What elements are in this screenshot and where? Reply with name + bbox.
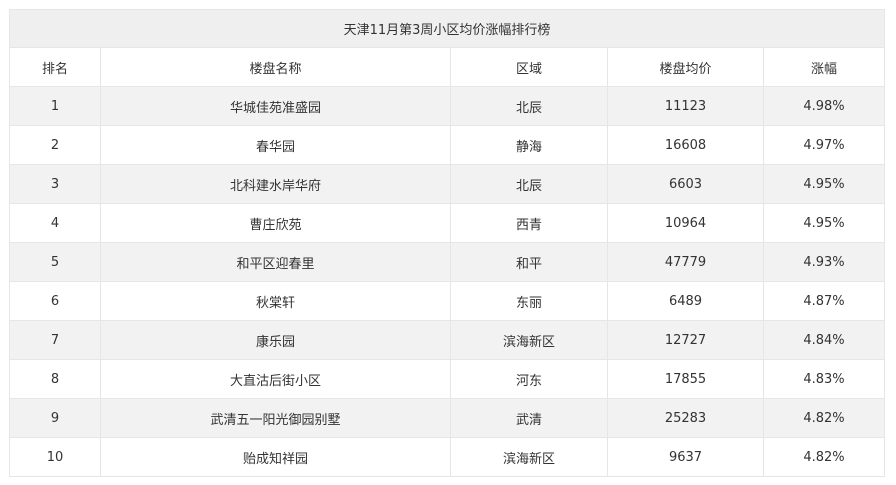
table-header-row: 排名 楼盘名称 区域 楼盘均价 涨幅 [9, 47, 886, 87]
cell-price: 25283 [607, 398, 764, 438]
header-district: 区域 [450, 47, 608, 87]
table-row: 3 北科建水岸华府 北辰 6603 4.95% [9, 164, 886, 204]
price-change-ranking-table: 天津11月第3周小区均价涨幅排行榜 排名 楼盘名称 区域 楼盘均价 涨幅 1 华… [8, 9, 886, 477]
cell-name: 贻成知祥园 [100, 437, 451, 477]
cell-change: 4.87% [762, 281, 886, 321]
cell-change: 4.82% [762, 398, 886, 438]
cell-price: 9637 [607, 437, 764, 477]
header-rank: 排名 [9, 47, 101, 87]
table-row: 6 秋棠轩 东丽 6489 4.87% [9, 281, 886, 321]
cell-change: 4.95% [762, 203, 886, 243]
cell-name: 华城佳苑准盛园 [100, 86, 451, 126]
cell-price: 11123 [607, 86, 764, 126]
cell-district: 和平 [450, 242, 608, 282]
cell-name: 秋棠轩 [100, 281, 451, 321]
cell-change: 4.98% [762, 86, 886, 126]
table-row: 8 大直沽后街小区 河东 17855 4.83% [9, 359, 886, 399]
cell-name: 大直沽后街小区 [100, 359, 451, 399]
cell-rank: 2 [9, 125, 101, 165]
table-row: 7 康乐园 滨海新区 12727 4.84% [9, 320, 886, 360]
table-title-row: 天津11月第3周小区均价涨幅排行榜 [8, 9, 886, 48]
cell-district: 静海 [450, 125, 608, 165]
cell-rank: 3 [9, 164, 101, 204]
cell-change: 4.93% [762, 242, 886, 282]
cell-change: 4.97% [762, 125, 886, 165]
cell-rank: 1 [9, 86, 101, 126]
cell-price: 12727 [607, 320, 764, 360]
cell-price: 6489 [607, 281, 764, 321]
cell-change: 4.83% [762, 359, 886, 399]
header-name: 楼盘名称 [100, 47, 451, 87]
ranking-table-container: 天津11月第3周小区均价涨幅排行榜 排名 楼盘名称 区域 楼盘均价 涨幅 1 华… [8, 9, 886, 477]
cell-price: 47779 [607, 242, 764, 282]
cell-price: 17855 [607, 359, 764, 399]
cell-name: 康乐园 [100, 320, 451, 360]
table-row: 1 华城佳苑准盛园 北辰 11123 4.98% [9, 86, 886, 126]
table-row: 2 春华园 静海 16608 4.97% [9, 125, 886, 165]
cell-rank: 10 [9, 437, 101, 477]
table-row: 9 武清五一阳光御园别墅 武清 25283 4.82% [9, 398, 886, 438]
cell-district: 西青 [450, 203, 608, 243]
cell-rank: 5 [9, 242, 101, 282]
table-title: 天津11月第3周小区均价涨幅排行榜 [8, 9, 886, 48]
cell-change: 4.95% [762, 164, 886, 204]
cell-change: 4.84% [762, 320, 886, 360]
cell-change: 4.82% [762, 437, 886, 477]
cell-district: 北辰 [450, 86, 608, 126]
cell-name: 武清五一阳光御园别墅 [100, 398, 451, 438]
cell-rank: 6 [9, 281, 101, 321]
cell-district: 滨海新区 [450, 320, 608, 360]
cell-district: 东丽 [450, 281, 608, 321]
cell-district: 北辰 [450, 164, 608, 204]
cell-district: 武清 [450, 398, 608, 438]
cell-price: 6603 [607, 164, 764, 204]
header-price: 楼盘均价 [607, 47, 764, 87]
header-change: 涨幅 [762, 47, 886, 87]
table-body: 1 华城佳苑准盛园 北辰 11123 4.98% 2 春华园 静海 16608 … [9, 86, 886, 477]
cell-name: 北科建水岸华府 [100, 164, 451, 204]
cell-rank: 9 [9, 398, 101, 438]
cell-name: 春华园 [100, 125, 451, 165]
cell-name: 和平区迎春里 [100, 242, 451, 282]
cell-rank: 8 [9, 359, 101, 399]
cell-price: 10964 [607, 203, 764, 243]
cell-name: 曹庄欣苑 [100, 203, 451, 243]
cell-price: 16608 [607, 125, 764, 165]
cell-district: 滨海新区 [450, 437, 608, 477]
table-row: 10 贻成知祥园 滨海新区 9637 4.82% [9, 437, 886, 477]
cell-rank: 7 [9, 320, 101, 360]
table-row: 4 曹庄欣苑 西青 10964 4.95% [9, 203, 886, 243]
cell-district: 河东 [450, 359, 608, 399]
table-row: 5 和平区迎春里 和平 47779 4.93% [9, 242, 886, 282]
cell-rank: 4 [9, 203, 101, 243]
